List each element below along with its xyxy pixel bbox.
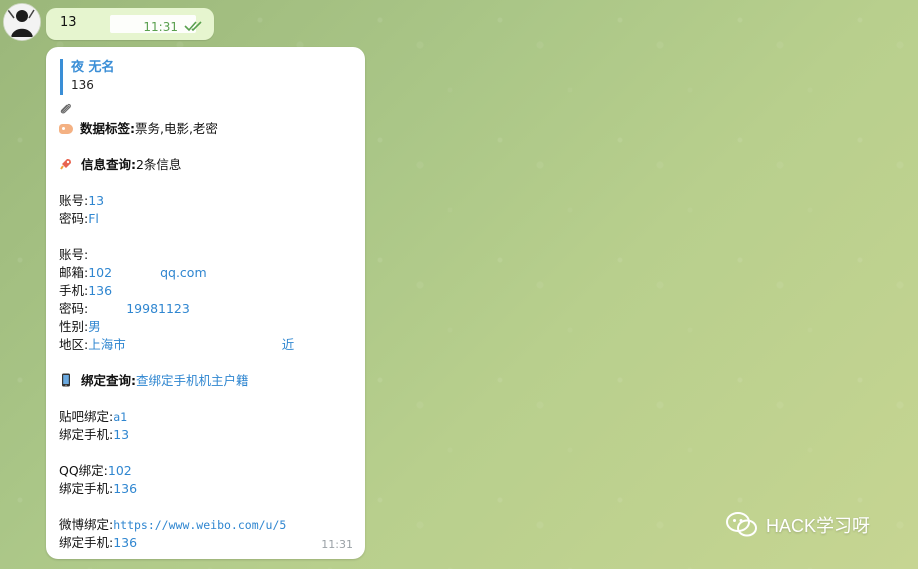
binding-query-link[interactable]: 查绑定手机机主户籍 <box>136 373 249 388</box>
record2-phone-line: 手机:136 <box>59 282 112 300</box>
record2-region-value[interactable]: 上海市 <box>88 337 126 352</box>
wechat-watermark: HACK学习呀 <box>726 512 870 538</box>
tieba-binding-line: 贴吧绑定:a1 <box>59 408 127 426</box>
record2-password-value[interactable]: 19981123 <box>126 301 190 316</box>
record1-password-line: 密码:Fl <box>59 210 99 228</box>
record1-account-line: 账号:13 <box>59 192 104 210</box>
quote-name: 夜 无名 <box>71 60 115 75</box>
record2-phone-label: 手机: <box>59 283 89 298</box>
tieba-binding-value[interactable]: a1 <box>113 410 127 424</box>
data-tag-value: 票务,电影,老密 <box>134 121 218 136</box>
record2-region-label: 地区: <box>59 337 89 352</box>
weibo-phone-value[interactable]: 136 <box>113 535 137 550</box>
outgoing-message-bubble[interactable]: 13 11:31 <box>46 8 214 40</box>
rocket-icon <box>60 159 71 170</box>
tieba-phone-line: 绑定手机:13 <box>59 426 129 444</box>
data-tag-line: 数据标签:票务,电影,老密 <box>59 120 218 138</box>
record2-password-line: 密码: 19981123 <box>59 300 190 318</box>
tieba-phone-label: 绑定手机: <box>59 427 114 442</box>
tag-icon <box>59 124 73 134</box>
binding-query-line: 绑定查询:查绑定手机机主户籍 <box>59 372 249 390</box>
info-query-value: 2条信息 <box>135 157 182 172</box>
user-avatar[interactable] <box>3 3 41 41</box>
record1-account-value[interactable]: 13 <box>88 193 104 208</box>
record2-gender-label: 性别: <box>59 319 89 334</box>
redaction-mask <box>80 102 208 118</box>
mobile-phone-icon <box>62 373 70 387</box>
weibo-phone-line: 绑定手机:136 <box>59 534 137 552</box>
record2-phone-value[interactable]: 136 <box>88 283 112 298</box>
record2-email-label: 邮箱: <box>59 265 89 280</box>
double-check-icon <box>184 21 202 32</box>
record2-email-line: 邮箱:102 qq.com <box>59 264 207 282</box>
tieba-phone-value[interactable]: 13 <box>113 427 129 442</box>
record2-gender-line: 性别:男 <box>59 318 101 336</box>
weibo-binding-label: 微博绑定: <box>59 517 114 532</box>
weibo-binding-link[interactable]: https://www.weibo.com/u/5 <box>113 518 286 532</box>
record2-region-tail[interactable]: 近 <box>282 337 295 352</box>
record1-account-label: 账号: <box>59 193 89 208</box>
record1-password-value[interactable]: Fl <box>88 211 99 226</box>
outgoing-message-time: 11:31 <box>143 20 178 34</box>
record1-password-label: 密码: <box>59 211 89 226</box>
record2-email-suffix[interactable]: qq.com <box>160 265 207 280</box>
record2-gender-value[interactable]: 男 <box>88 319 101 334</box>
watermark-text: HACK学习呀 <box>766 516 871 536</box>
record2-account-line: 账号: <box>59 246 88 264</box>
reply-quote[interactable]: 夜 无名 136 <box>60 59 251 95</box>
qq-phone-line: 绑定手机:136 <box>59 480 137 498</box>
outgoing-message-text: 13 <box>60 15 77 30</box>
qq-phone-value[interactable]: 136 <box>113 481 137 496</box>
qq-phone-label: 绑定手机: <box>59 481 114 496</box>
wechat-icon <box>726 512 757 537</box>
incoming-message-bubble[interactable]: 夜 无名 136 # 数据标签:票务,电影,老密 信息查询:2条信息 账号:13… <box>46 47 365 559</box>
data-tag-label: 数据标签: <box>79 121 135 136</box>
qq-binding-value[interactable]: 102 <box>108 463 132 478</box>
redaction-mask <box>103 77 163 91</box>
record2-password-label: 密码: <box>59 301 89 316</box>
binding-query-label: 绑定查询: <box>80 373 136 388</box>
avatar-image <box>4 4 40 40</box>
record2-region-line: 地区:上海市 近 <box>59 336 294 354</box>
incoming-message-time: 11:31 <box>321 538 353 551</box>
qq-binding-label: QQ绑定: <box>59 463 108 478</box>
info-query-label: 信息查询: <box>80 157 136 172</box>
info-query-line: 信息查询:2条信息 <box>59 156 181 174</box>
paperclip-icon <box>60 104 71 114</box>
record2-account-label: 账号: <box>59 247 89 262</box>
record2-email-prefix[interactable]: 102 <box>88 265 112 280</box>
weibo-binding-line: 微博绑定:https://www.weibo.com/u/5 <box>59 516 286 534</box>
tieba-binding-label: 贴吧绑定: <box>59 409 114 424</box>
qq-binding-line: QQ绑定:102 <box>59 462 132 480</box>
weibo-phone-label: 绑定手机: <box>59 535 114 550</box>
